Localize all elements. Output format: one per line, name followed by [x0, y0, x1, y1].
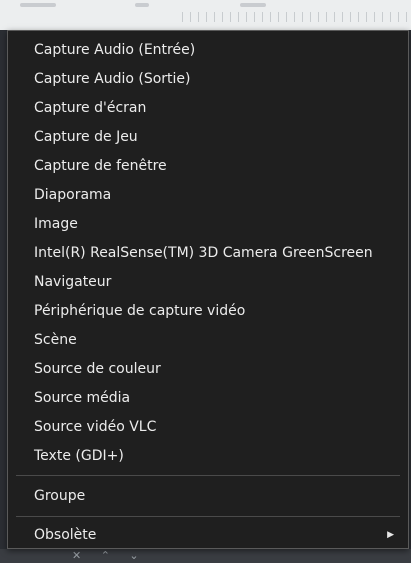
- menu-item-browser[interactable]: Navigateur: [8, 268, 408, 297]
- background-app-toolbar: [0, 0, 411, 30]
- menu-item-audio-input-capture[interactable]: Capture Audio (Entrée): [8, 36, 408, 65]
- add-source-context-menu: Capture Audio (Entrée) Capture Audio (So…: [7, 30, 409, 549]
- background-toolbar-bar: [20, 3, 56, 7]
- menu-item-obsolete[interactable]: Obsolète ▶: [8, 521, 408, 550]
- menu-item-vlc-video-source[interactable]: Source vidéo VLC: [8, 413, 408, 442]
- menu-separator: [16, 475, 400, 476]
- menu-separator: [16, 516, 400, 517]
- menu-item-image[interactable]: Image: [8, 210, 408, 239]
- menu-item-text-gdi[interactable]: Texte (GDI+): [8, 442, 408, 471]
- menu-item-audio-output-capture[interactable]: Capture Audio (Sortie): [8, 65, 408, 94]
- menu-item-obsolete-label: Obsolète: [34, 527, 97, 543]
- menu-item-video-capture-device[interactable]: Périphérique de capture vidéo: [8, 297, 408, 326]
- background-footer-icons: ✕ ⌃ ⌄: [72, 549, 147, 562]
- menu-item-game-capture[interactable]: Capture de Jeu: [8, 123, 408, 152]
- background-ruler: [182, 12, 411, 22]
- menu-item-color-source[interactable]: Source de couleur: [8, 355, 408, 384]
- background-toolbar-bar: [135, 3, 149, 7]
- menu-item-window-capture[interactable]: Capture de fenêtre: [8, 152, 408, 181]
- menu-item-group[interactable]: Groupe: [8, 482, 408, 511]
- menu-item-scene[interactable]: Scène: [8, 326, 408, 355]
- menu-item-realsense-greenscreen[interactable]: Intel(R) RealSense(TM) 3D Camera GreenSc…: [8, 239, 408, 268]
- menu-item-media-source[interactable]: Source média: [8, 384, 408, 413]
- menu-item-slideshow[interactable]: Diaporama: [8, 181, 408, 210]
- background-toolbar-bar: [240, 3, 266, 7]
- chevron-right-icon: ▶: [387, 530, 394, 540]
- background-app-footer: ✕ ⌃ ⌄: [0, 549, 411, 563]
- menu-item-display-capture[interactable]: Capture d'écran: [8, 94, 408, 123]
